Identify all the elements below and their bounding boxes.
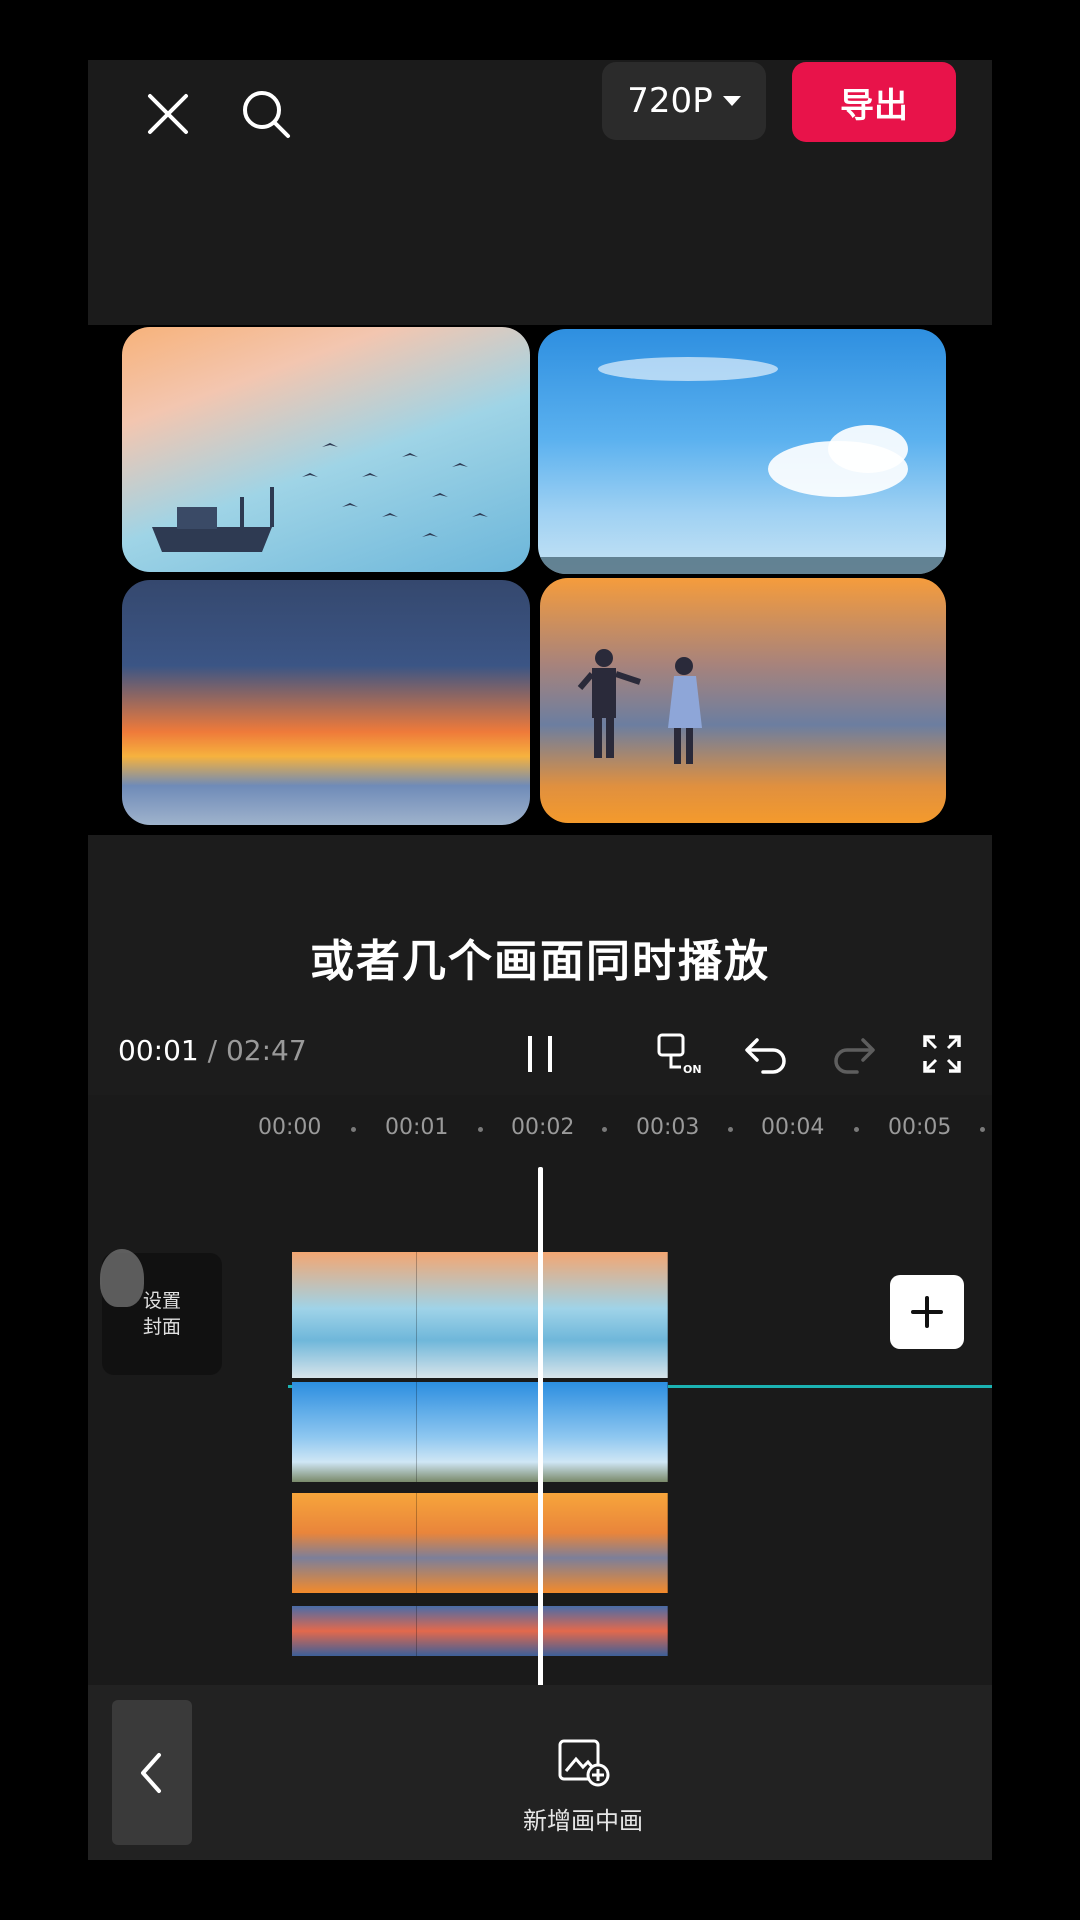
clip-frame: [542, 1382, 668, 1482]
time-display: 00:01 / 02:47: [118, 1034, 307, 1067]
pip-track-blue-sky[interactable]: [292, 1382, 668, 1482]
preview-tile-couple-beach: [540, 578, 946, 823]
preview-tile-sky-birds: [122, 327, 530, 572]
ruler-tick: 00:01: [385, 1115, 449, 1140]
clip-frame: [417, 1493, 543, 1593]
ruler-tick: 00:05: [888, 1115, 952, 1140]
ruler-dot: [980, 1127, 985, 1132]
undo-button[interactable]: [738, 1026, 794, 1082]
cover-label: 设置 封面: [142, 1290, 181, 1338]
search-icon: [243, 91, 290, 138]
pause-icon: [528, 1036, 552, 1072]
search-button[interactable]: [228, 76, 304, 152]
clip-frame: [542, 1606, 668, 1656]
preview-tile-sunset: [122, 580, 530, 825]
add-clip-button[interactable]: [890, 1275, 964, 1349]
keyframe-on-button[interactable]: ON: [652, 1026, 708, 1082]
top-bar: 720P 导出: [88, 60, 992, 325]
close-button[interactable]: [130, 76, 206, 152]
caret-down-icon: [722, 96, 741, 106]
add-pip-label: 新增画中画: [523, 1807, 643, 1835]
clouds-graphic: [538, 357, 946, 574]
editor-app: 720P 导出 或者几个画面同时播放 00:01 / 02:47 ON 00:0…: [88, 60, 992, 1860]
back-button[interactable]: [112, 1700, 192, 1845]
timeline[interactable]: 00:00 00:01 00:02 00:03 00:04 00:05 设置 封…: [88, 1095, 992, 1745]
playhead[interactable]: [538, 1167, 543, 1697]
redo-icon: [834, 1038, 875, 1074]
resolution-dropdown[interactable]: 720P: [602, 62, 766, 140]
clip-frame: [292, 1382, 418, 1482]
boat-birds-graphic: [152, 443, 488, 552]
clip-frame: [542, 1252, 668, 1378]
ruler-tick: 00:00: [258, 1115, 322, 1140]
pause-button[interactable]: [512, 1026, 568, 1082]
preview-tile-blue-sky: [538, 329, 946, 574]
pip-track-sunset[interactable]: [292, 1606, 668, 1656]
redo-button[interactable]: [826, 1026, 882, 1082]
clip-frame: [292, 1493, 418, 1593]
ruler-dot: [728, 1127, 733, 1132]
video-preview[interactable]: [88, 325, 992, 835]
ruler-dot: [854, 1127, 859, 1132]
couple-graphic: [577, 649, 702, 764]
time-separator: /: [207, 1034, 218, 1067]
clip-frame: [417, 1606, 543, 1656]
set-cover-button[interactable]: 设置 封面: [100, 1249, 222, 1375]
clip-frame: [417, 1252, 543, 1378]
ruler-dot: [478, 1127, 483, 1132]
chevron-left-icon: [141, 1752, 161, 1793]
clip-frame: [417, 1382, 543, 1482]
keyframe-on-icon: ON: [657, 1033, 702, 1076]
time-ruler: 00:00 00:01 00:02 00:03 00:04 00:05: [88, 1115, 992, 1145]
pip-track-couple[interactable]: [292, 1493, 668, 1593]
clip-frame: [542, 1493, 668, 1593]
cover-thumbnail: [100, 1249, 144, 1307]
total-time: 02:47: [225, 1034, 307, 1067]
current-time: 00:01: [118, 1034, 199, 1067]
ruler-tick: 00:04: [761, 1115, 825, 1140]
add-pip-icon: [558, 1739, 610, 1787]
main-video-track[interactable]: [292, 1252, 668, 1378]
plus-icon: [911, 1296, 943, 1328]
clip-frame: [292, 1606, 418, 1656]
bottom-toolbar: 新增画中画: [88, 1685, 992, 1860]
ruler-tick: 00:03: [636, 1115, 700, 1140]
add-pip-button[interactable]: 新增画中画: [518, 1737, 648, 1847]
clip-frame: [292, 1252, 418, 1378]
close-icon: [148, 94, 188, 134]
video-caption: 或者几个画面同时播放: [310, 936, 770, 987]
export-button[interactable]: 导出: [792, 62, 956, 142]
svg-text:ON: ON: [683, 1063, 702, 1076]
resolution-label: 720P: [627, 81, 713, 121]
ruler-dot: [351, 1127, 356, 1132]
fullscreen-button[interactable]: [914, 1026, 970, 1082]
ruler-dot: [602, 1127, 607, 1132]
ruler-tick: 00:02: [511, 1115, 575, 1140]
fullscreen-icon: [923, 1035, 961, 1073]
undo-icon: [745, 1038, 786, 1074]
